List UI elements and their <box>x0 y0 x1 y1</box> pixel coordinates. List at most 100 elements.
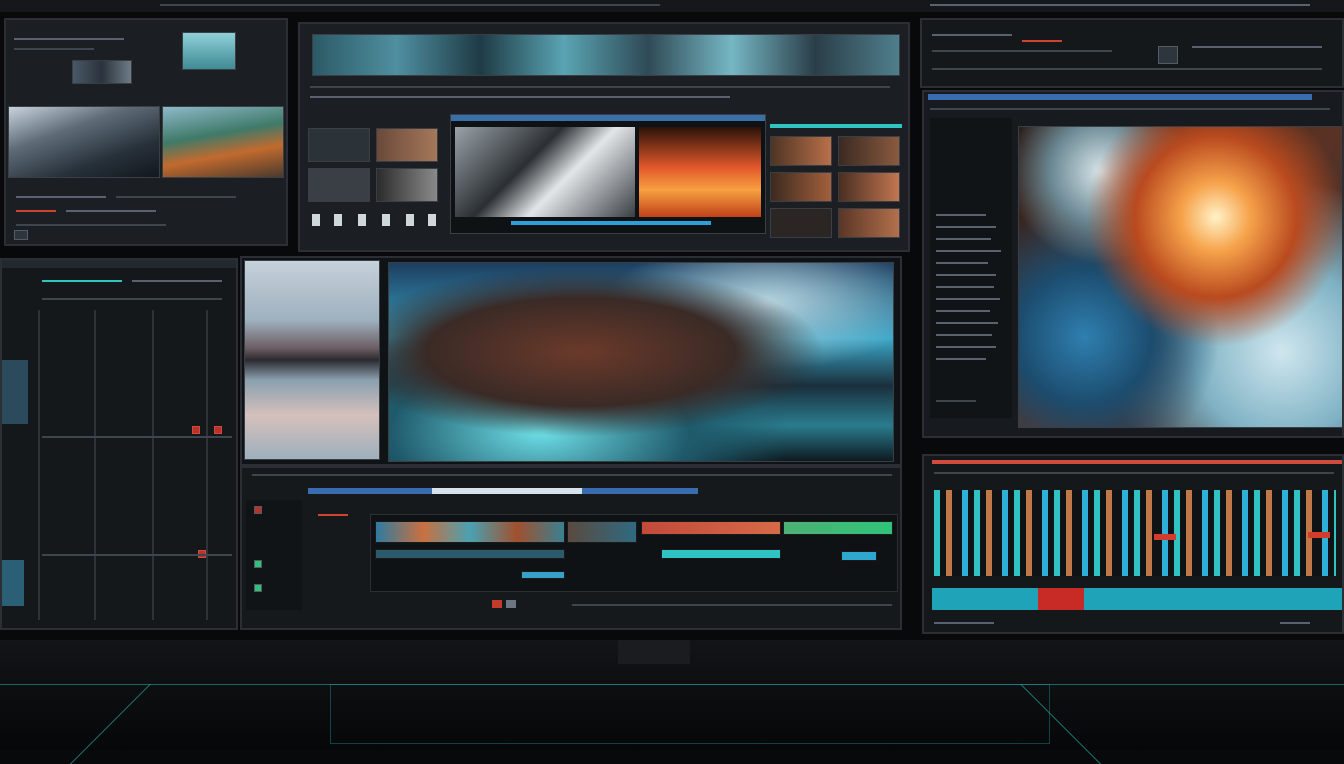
desk-surface <box>0 640 1344 764</box>
scope-toggle-button[interactable] <box>1158 46 1178 64</box>
timeline-tracks <box>370 514 898 592</box>
scopes-panel <box>920 18 1344 88</box>
bin-thumbnail-valley[interactable] <box>162 106 284 178</box>
audio-clip[interactable] <box>841 551 877 561</box>
video-clip[interactable] <box>567 521 637 543</box>
file-icon[interactable] <box>382 214 390 226</box>
mixer-track-line <box>132 280 222 282</box>
master-level-clip <box>1038 588 1084 610</box>
scope-readout <box>932 68 1322 70</box>
audio-clip[interactable] <box>661 549 781 559</box>
track-eye-button[interactable] <box>254 560 262 568</box>
browser-right-header <box>770 124 902 128</box>
meter-peak <box>1308 532 1330 538</box>
browser-thumb[interactable] <box>770 136 832 166</box>
mixer-header <box>2 260 236 268</box>
effects-list-item[interactable] <box>936 346 996 348</box>
top-status-line <box>160 4 660 6</box>
file-icon[interactable] <box>334 214 342 226</box>
timeline-toolbar <box>252 474 892 476</box>
effects-list-item[interactable] <box>936 334 992 336</box>
fader-column[interactable] <box>94 310 96 620</box>
program-monitor-image[interactable] <box>388 262 894 462</box>
effects-preview-image[interactable] <box>1018 126 1342 428</box>
browser-thumb[interactable] <box>376 168 438 202</box>
effects-list-item[interactable] <box>936 226 996 228</box>
browser-thumb[interactable] <box>838 136 900 166</box>
bin-thumbnail-mountain[interactable] <box>8 106 160 178</box>
browser-toolbar-line <box>310 86 890 88</box>
source-scrubber[interactable] <box>511 221 711 225</box>
effects-list <box>930 118 1012 418</box>
effects-list-item[interactable] <box>936 400 976 402</box>
fader-column[interactable] <box>206 310 208 620</box>
timeline-marker <box>318 514 348 516</box>
mute-button[interactable] <box>192 426 200 434</box>
mixer-track-line <box>42 298 222 300</box>
audio-clip[interactable] <box>375 549 565 559</box>
browser-thumb[interactable] <box>308 128 370 162</box>
bin-row-line <box>14 38 124 40</box>
browser-thumb[interactable] <box>770 208 832 238</box>
scope-readout <box>932 50 1112 52</box>
file-icon[interactable] <box>428 214 436 226</box>
effects-list-item[interactable] <box>936 358 986 360</box>
browser-thumb[interactable] <box>838 208 900 238</box>
master-level-bar[interactable] <box>932 588 1342 610</box>
mixer-grid-line <box>42 436 232 438</box>
reference-frame-lake[interactable] <box>244 260 380 460</box>
audio-clip[interactable] <box>521 571 565 579</box>
bin-meta-line <box>116 196 236 198</box>
stop-icon[interactable] <box>506 600 516 608</box>
video-clip[interactable] <box>375 521 565 543</box>
file-icon[interactable] <box>358 214 366 226</box>
bin-options-button[interactable] <box>14 230 28 240</box>
bin-marker-line <box>16 210 56 212</box>
level-meter <box>2 360 28 424</box>
track-lock-button[interactable] <box>254 506 262 514</box>
bin-thumbnail-cyan[interactable] <box>182 32 236 70</box>
source-frame-monochrome <box>455 127 635 217</box>
meters-footer <box>1280 622 1310 624</box>
meter-peak <box>1154 534 1176 540</box>
scope-readout <box>1022 40 1062 42</box>
file-icon[interactable] <box>406 214 414 226</box>
source-filmstrip[interactable] <box>312 34 900 76</box>
browser-thumb[interactable] <box>308 168 370 202</box>
browser-thumb[interactable] <box>376 128 438 162</box>
browser-thumb[interactable] <box>838 172 900 202</box>
source-viewer[interactable] <box>450 114 766 234</box>
effects-list-item[interactable] <box>936 262 988 264</box>
play-icon[interactable] <box>492 600 502 608</box>
media-bin-panel <box>4 18 288 246</box>
video-clip[interactable] <box>783 521 893 535</box>
effects-list-item[interactable] <box>936 250 1001 252</box>
desk-glow-diagonal <box>70 684 151 764</box>
track-mixer-panel <box>0 258 238 630</box>
source-viewer-strip <box>451 115 765 121</box>
effects-list-item[interactable] <box>936 322 998 324</box>
effects-list-item[interactable] <box>936 238 991 240</box>
solo-button[interactable] <box>214 426 222 434</box>
mixer-grid-line <box>42 554 232 556</box>
monitor-stand <box>618 640 690 664</box>
mixer-track-line <box>42 280 122 282</box>
effects-list-item[interactable] <box>936 298 1000 300</box>
timeline-transport <box>492 600 552 610</box>
effects-list-item[interactable] <box>936 274 996 276</box>
video-clip[interactable] <box>641 521 781 535</box>
timeline-ruler-highlight <box>432 488 582 494</box>
effects-list-item[interactable] <box>936 310 990 312</box>
effects-header-strip <box>928 94 1312 100</box>
scope-readout <box>1192 46 1322 48</box>
file-icon[interactable] <box>312 214 320 226</box>
effects-viewer-panel <box>922 90 1344 438</box>
bin-thumbnail-small[interactable] <box>72 60 132 84</box>
fader-column[interactable] <box>38 310 40 620</box>
bin-meta-line <box>66 210 156 212</box>
effects-list-item[interactable] <box>936 286 994 288</box>
track-eye-button[interactable] <box>254 584 262 592</box>
browser-thumb[interactable] <box>770 172 832 202</box>
effects-list-item[interactable] <box>936 214 986 216</box>
fader-column[interactable] <box>152 310 154 620</box>
